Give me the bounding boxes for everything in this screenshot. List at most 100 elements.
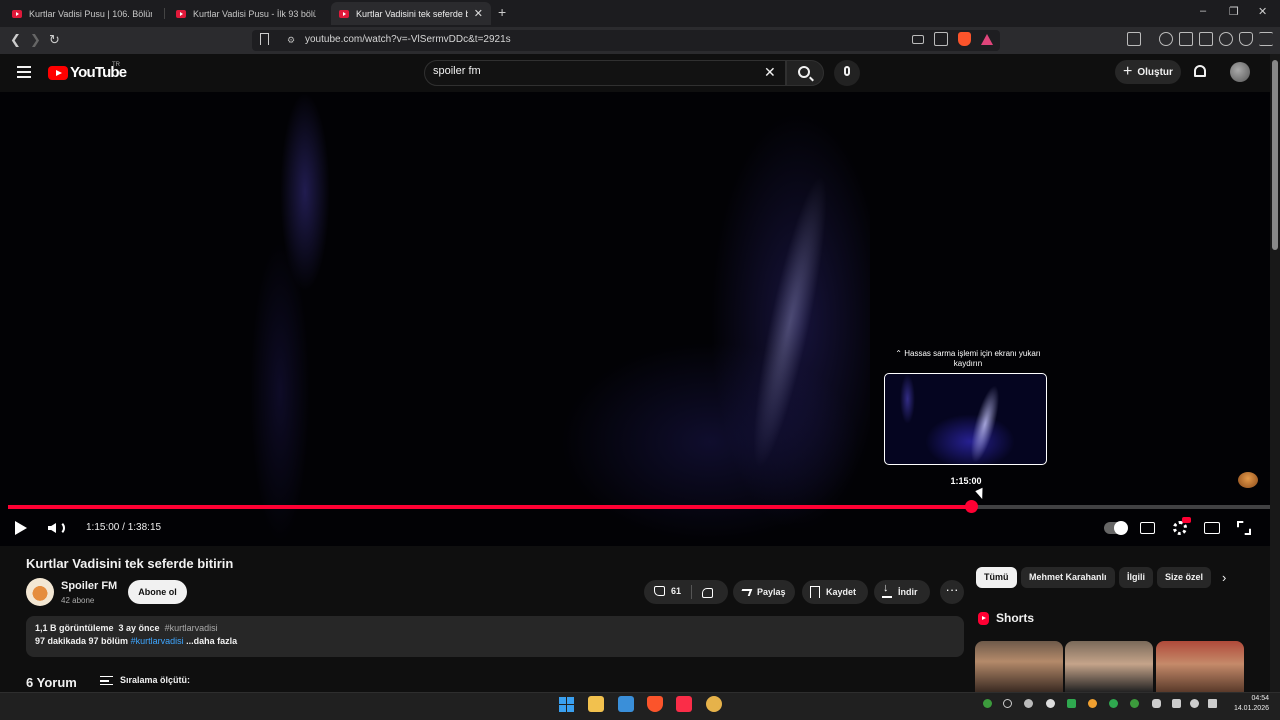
dislike-icon[interactable] — [702, 588, 713, 598]
download-button[interactable]: İndir — [874, 580, 930, 604]
channel-avatar[interactable] — [26, 578, 54, 606]
url-text[interactable]: youtube.com/watch?v=-VlSermvDDc&t=2921s — [305, 34, 511, 45]
short-thumbnail[interactable] — [1065, 641, 1153, 692]
windows-start-icon[interactable] — [559, 697, 574, 712]
search-input[interactable]: spoiler fm — [433, 65, 481, 77]
subscribe-button[interactable]: Abone ol — [128, 580, 187, 604]
account-avatar[interactable] — [1230, 62, 1250, 82]
progress-bar[interactable] — [8, 505, 1270, 509]
store-icon[interactable] — [618, 696, 634, 712]
music-app-icon[interactable] — [676, 696, 692, 712]
tray-icon[interactable] — [983, 699, 992, 708]
back-icon[interactable]: ❮ — [10, 32, 21, 48]
short-thumbnail[interactable] — [975, 641, 1063, 692]
chip-mehmet-karahanli[interactable]: Mehmet Karahanlı — [1021, 567, 1115, 588]
video-frame-light — [250, 242, 310, 542]
precise-seek-hint-text: Hassas sarma işlemi için ekranı yukarı k… — [904, 349, 1041, 368]
site-settings-icon[interactable]: ⚙ — [287, 35, 295, 46]
description-body: 97 dakikada 97 bölüm — [35, 636, 129, 646]
close-window-button[interactable]: ✕ — [1258, 5, 1267, 18]
brave-rewards-icon[interactable] — [981, 34, 993, 45]
browser-tab-active[interactable]: Kurtlar Vadisini tek seferde bitirin ✕ — [331, 2, 491, 25]
sort-icon[interactable] — [100, 676, 113, 685]
share-icon — [739, 588, 753, 596]
scrubber-handle[interactable] — [964, 500, 978, 513]
show-more-link[interactable]: ...daha fazla — [186, 636, 237, 646]
microphone-tray-icon[interactable] — [1152, 699, 1161, 708]
video-title: Kurtlar Vadisini tek seferde bitirin — [26, 556, 234, 571]
chip-for-you[interactable]: Size özel — [1157, 567, 1212, 588]
taskbar-clock-time[interactable]: 04:54 — [1229, 695, 1269, 702]
brave-browser-icon[interactable] — [647, 696, 663, 712]
screenshot-icon[interactable] — [1127, 32, 1141, 46]
chip-related[interactable]: İlgili — [1119, 567, 1153, 588]
new-tab-button[interactable]: + — [498, 4, 506, 20]
clear-search-icon[interactable]: ✕ — [764, 64, 776, 81]
subscriber-count: 42 abone — [61, 596, 95, 605]
file-explorer-icon[interactable] — [588, 696, 604, 712]
hashtag-link[interactable]: #kurtlarvadisi — [165, 623, 218, 633]
taskbar-clock-date[interactable]: 14.01.2026 — [1225, 705, 1269, 712]
forward-icon[interactable]: ❯ — [30, 32, 41, 48]
short-thumbnail[interactable] — [1156, 641, 1244, 692]
browser-tab-1[interactable]: Kurtlar Vadisi Pusu | 106. Bölüm | Yükse… — [4, 2, 160, 25]
notifications-bell-icon[interactable] — [1194, 65, 1206, 77]
app-icon[interactable] — [706, 696, 722, 712]
search-button[interactable] — [786, 60, 824, 86]
restore-button[interactable]: ❐ — [1229, 5, 1239, 18]
tray-icon[interactable] — [1067, 699, 1076, 708]
chevron-right-icon[interactable]: › — [1222, 570, 1226, 585]
music-icon[interactable] — [1159, 32, 1173, 46]
vpn-icon[interactable] — [1239, 32, 1253, 46]
tray-icon[interactable] — [1088, 699, 1097, 708]
minimize-button[interactable]: – — [1200, 5, 1206, 17]
speaker-icon[interactable] — [1190, 699, 1199, 708]
page-scrollbar[interactable] — [1270, 54, 1280, 692]
save-button[interactable]: Kaydet — [802, 580, 868, 604]
shorts-heading: Shorts — [996, 611, 1035, 625]
chip-all[interactable]: Tümü — [976, 567, 1017, 588]
youtube-favicon-icon — [339, 9, 349, 18]
bookmark-icon[interactable] — [260, 33, 269, 45]
theater-mode-icon[interactable] — [1204, 522, 1220, 534]
channel-watermark[interactable] — [1238, 472, 1258, 488]
sort-by-button[interactable]: Sıralama ölçütü: — [120, 675, 190, 685]
reload-icon[interactable]: ↻ — [49, 32, 60, 48]
share-button[interactable]: Paylaş — [733, 580, 795, 604]
network-icon[interactable] — [1172, 699, 1181, 708]
video-frame-light — [560, 342, 860, 542]
like-count[interactable]: 61 — [671, 586, 681, 596]
chevron-up-icon: ⌃ — [895, 349, 902, 358]
subtitles-icon[interactable] — [1140, 522, 1155, 534]
scrollbar-thumb[interactable] — [1272, 60, 1278, 250]
hd-badge — [1182, 517, 1191, 523]
voice-search-button[interactable] — [834, 60, 860, 86]
tray-icon[interactable] — [1109, 699, 1118, 708]
play-button[interactable] — [15, 521, 27, 535]
tray-icon[interactable] — [1046, 699, 1055, 708]
hashtag-link[interactable]: #kurtlarvadisi — [131, 636, 184, 646]
cast-icon[interactable] — [912, 35, 924, 44]
time-display: 1:15:00 / 1:38:15 — [86, 522, 162, 533]
brave-shields-icon[interactable] — [958, 32, 971, 46]
close-tab-icon[interactable]: ✕ — [474, 7, 483, 20]
wallet-icon[interactable] — [1199, 32, 1213, 46]
tray-icon[interactable] — [1003, 699, 1012, 708]
create-button[interactable]: + Oluştur — [1115, 60, 1181, 84]
youtube-logo-icon[interactable] — [48, 66, 68, 80]
like-icon[interactable] — [654, 586, 665, 596]
autoplay-toggle[interactable] — [1104, 521, 1128, 535]
tray-icon[interactable] — [1024, 699, 1033, 708]
battery-icon[interactable] — [1208, 699, 1217, 708]
settings-gear-icon[interactable] — [1173, 521, 1187, 535]
browser-tab-2[interactable]: Kurtlar Vadisi Pusu - İlk 93 bölüm tek — [168, 2, 324, 25]
share-page-icon[interactable] — [934, 32, 948, 46]
leo-ai-icon[interactable] — [1219, 32, 1233, 46]
menu-icon[interactable] — [1259, 32, 1273, 46]
tray-icon[interactable] — [1130, 699, 1139, 708]
guide-menu-icon[interactable] — [17, 66, 31, 78]
sidebar-toggle-icon[interactable] — [1179, 32, 1193, 46]
channel-name[interactable]: Spoiler FM — [61, 580, 117, 592]
more-actions-button[interactable]: ··· — [940, 580, 964, 604]
video-player[interactable] — [0, 92, 1270, 546]
